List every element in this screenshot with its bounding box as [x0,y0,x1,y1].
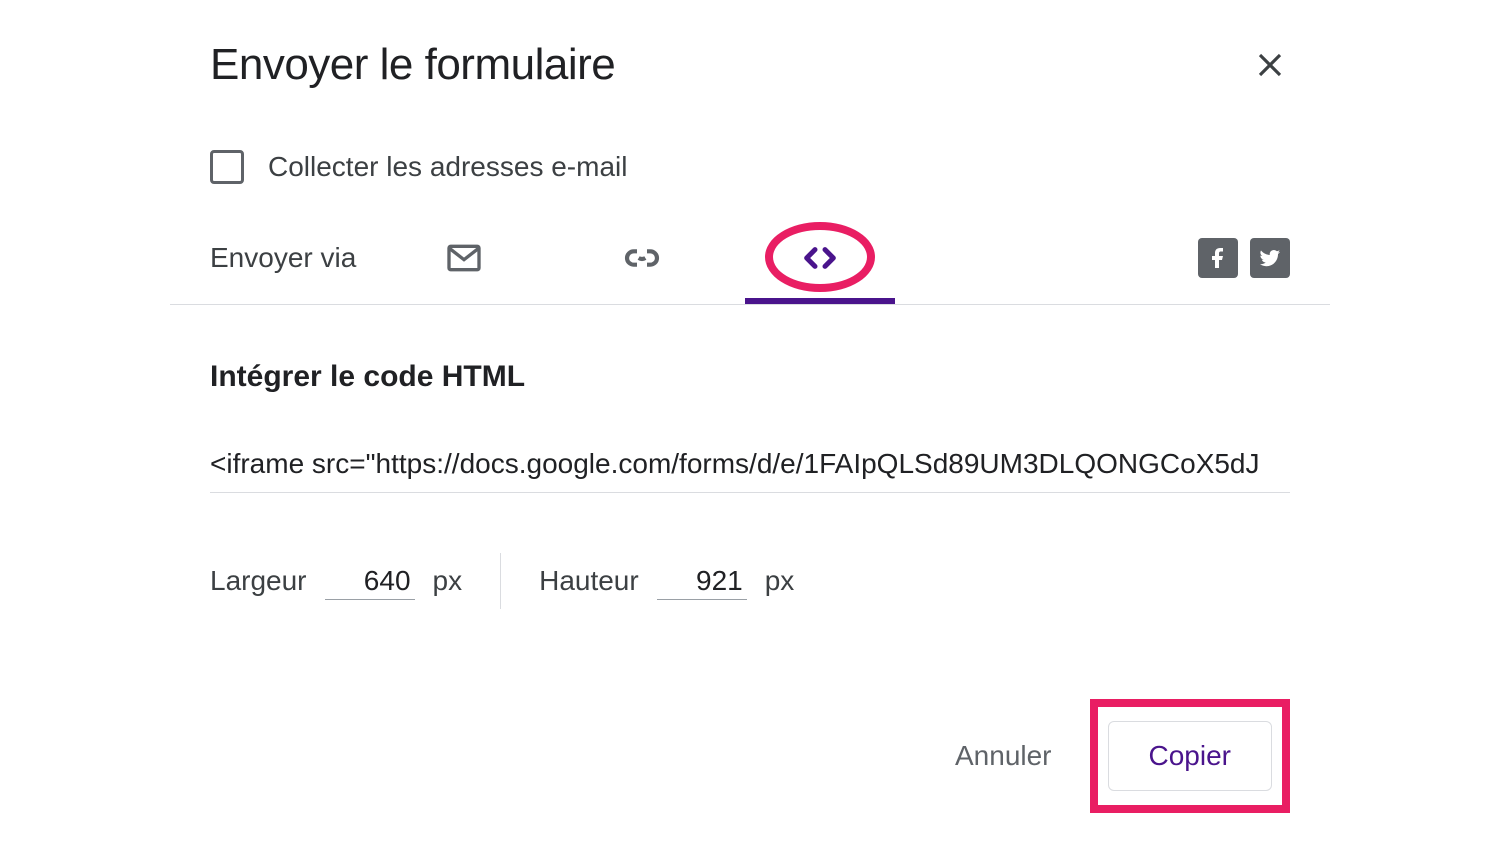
vertical-divider [500,553,501,609]
link-icon [622,238,662,278]
code-icon [800,238,840,278]
tab-link[interactable] [618,234,666,282]
send-via-row: Envoyer via [210,234,1290,304]
social-share [1198,238,1290,278]
dimensions-row: Largeur px Hauteur px [210,553,1290,609]
annotation-copy-highlight: Copier [1090,699,1290,813]
twitter-icon [1258,246,1282,270]
copy-button[interactable]: Copier [1108,721,1272,791]
tab-email[interactable] [440,234,488,282]
width-input[interactable] [325,563,415,600]
collect-email-label: Collecter les adresses e-mail [268,151,627,183]
dialog-actions: Annuler Copier [210,699,1290,813]
cancel-button[interactable]: Annuler [947,726,1060,786]
dialog-title: Envoyer le formulaire [210,40,615,90]
embed-code-field[interactable] [210,444,1290,493]
tab-embed[interactable] [796,234,844,282]
height-label: Hauteur [539,565,639,597]
share-twitter[interactable] [1250,238,1290,278]
embed-section-title: Intégrer le code HTML [210,360,1290,394]
divider [170,304,1330,305]
dialog-header: Envoyer le formulaire [210,40,1290,90]
width-unit: px [433,565,463,597]
active-tab-underline [745,298,895,304]
close-icon [1255,50,1285,80]
send-via-tabs [440,234,844,282]
collect-email-row: Collecter les adresses e-mail [210,150,1290,184]
send-via-label: Envoyer via [210,242,440,274]
collect-email-checkbox[interactable] [210,150,244,184]
send-form-dialog: Envoyer le formulaire Collecter les adre… [170,0,1330,853]
mail-icon [444,238,484,278]
facebook-icon [1206,246,1230,270]
width-label: Largeur [210,565,307,597]
height-unit: px [765,565,795,597]
height-input[interactable] [657,563,747,600]
close-button[interactable] [1246,41,1294,89]
share-facebook[interactable] [1198,238,1238,278]
